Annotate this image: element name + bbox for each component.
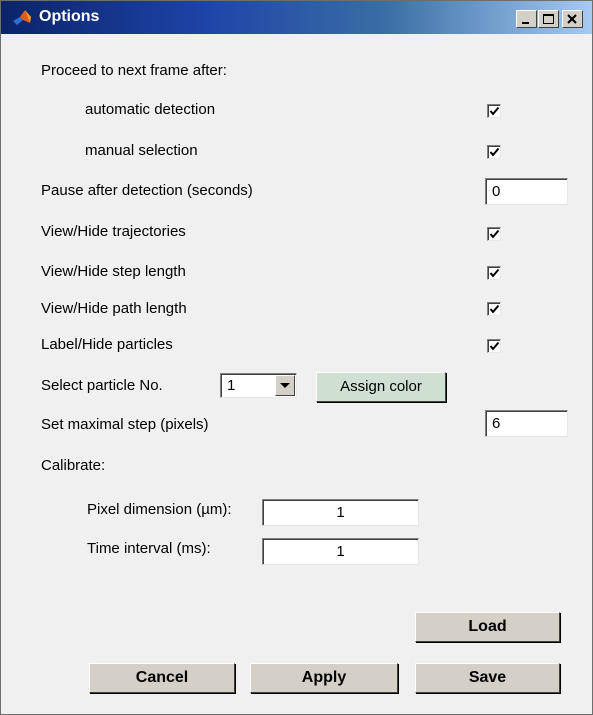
label-particles-label: Label/Hide particles (41, 336, 173, 353)
window-title: Options (39, 8, 100, 25)
checkmark-icon (489, 229, 500, 239)
save-button[interactable]: Save (415, 663, 560, 693)
minimize-icon (522, 22, 529, 24)
cancel-button[interactable]: Cancel (89, 663, 235, 693)
view-path-length-checkbox[interactable] (487, 302, 501, 316)
manual-selection-checkbox[interactable] (487, 145, 501, 159)
minimize-button[interactable] (516, 10, 537, 28)
chevron-down-icon (280, 383, 290, 388)
maximize-icon (543, 14, 554, 24)
maximize-button[interactable] (538, 10, 559, 28)
options-panel: Proceed to next frame after: automatic d… (1, 34, 592, 714)
manual-selection-label: manual selection (85, 142, 198, 159)
pause-input[interactable]: 0 (485, 178, 568, 205)
view-step-length-label: View/Hide step length (41, 263, 186, 280)
time-interval-input[interactable]: 1 (262, 538, 419, 565)
checkmark-icon (489, 147, 500, 157)
apply-button[interactable]: Apply (250, 663, 398, 693)
automatic-detection-label: automatic detection (85, 101, 216, 118)
assign-color-button[interactable]: Assign color (316, 372, 446, 402)
title-bar[interactable]: Options (1, 1, 592, 34)
proceed-heading: Proceed to next frame after: (41, 62, 227, 79)
automatic-detection-checkbox[interactable] (487, 104, 501, 118)
close-button[interactable] (562, 10, 583, 28)
checkmark-icon (489, 106, 500, 116)
pause-label: Pause after detection (seconds) (41, 182, 253, 199)
calibrate-heading: Calibrate: (41, 457, 106, 474)
select-particle-label: Select particle No. (41, 377, 163, 394)
view-step-length-checkbox[interactable] (487, 266, 501, 280)
max-step-label: Set maximal step (pixels) (41, 416, 209, 433)
view-trajectories-checkbox[interactable] (487, 227, 501, 241)
dropdown-arrow[interactable] (275, 375, 295, 396)
particle-select-value: 1 (227, 377, 236, 394)
time-interval-label: Time interval (ms): (87, 540, 211, 557)
pixel-dimension-label: Pixel dimension (µm): (87, 501, 232, 518)
checkmark-icon (489, 304, 500, 314)
particle-select[interactable]: 1 (220, 373, 297, 398)
view-path-length-label: View/Hide path length (41, 300, 187, 317)
matlab-logo-icon (13, 10, 31, 25)
label-particles-checkbox[interactable] (487, 339, 501, 353)
view-trajectories-label: View/Hide trajectories (41, 223, 186, 240)
close-icon (567, 14, 577, 24)
pixel-dimension-input[interactable]: 1 (262, 499, 419, 526)
checkmark-icon (489, 341, 500, 351)
load-button[interactable]: Load (415, 612, 560, 642)
max-step-input[interactable]: 6 (485, 410, 568, 437)
options-window: Options Proceed to next frame after: aut… (0, 0, 593, 715)
checkmark-icon (489, 268, 500, 278)
